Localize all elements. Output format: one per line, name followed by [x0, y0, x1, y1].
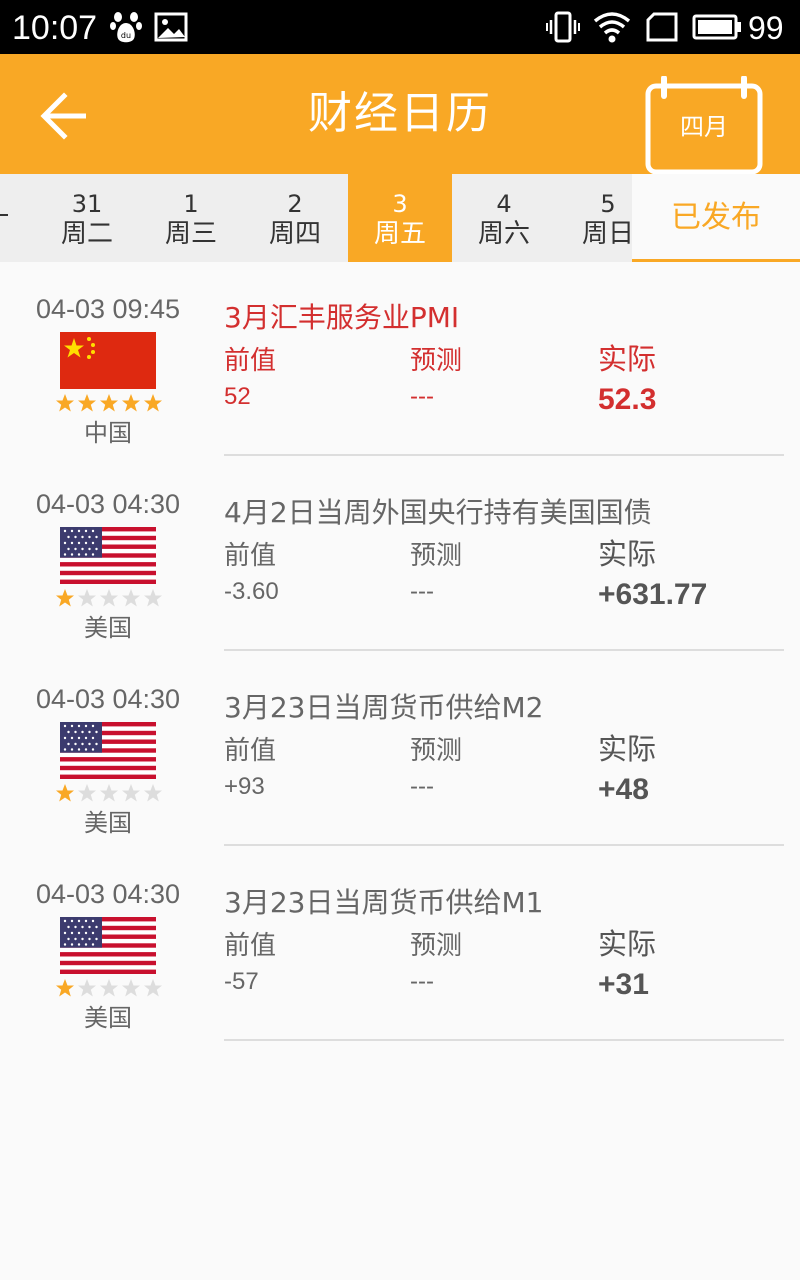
calendar-month-button[interactable]: 四月: [642, 76, 766, 176]
forecast-value: ---: [410, 578, 434, 605]
wifi-icon: [593, 12, 631, 43]
previous-label: 前值: [224, 931, 277, 961]
tab-date: 3: [392, 190, 408, 218]
actual-value: 52.3: [598, 383, 657, 416]
previous-value: -3.60: [224, 578, 279, 605]
actual-value: +48: [598, 773, 649, 806]
tab-date-31[interactable]: 31 周二: [35, 174, 139, 262]
tab-date: 1: [183, 190, 199, 218]
calendar-month-label: 四月: [680, 113, 728, 141]
actual-label: 实际: [598, 342, 657, 376]
row-divider: [224, 844, 784, 846]
importance-stars: [56, 979, 162, 997]
usa-flag-icon: [60, 917, 156, 974]
forecast-label: 预测: [410, 541, 463, 571]
importance-stars: [56, 394, 162, 412]
tab-date: 2: [287, 190, 303, 218]
event-time: 04-03 04:30: [35, 489, 181, 519]
vibrate-icon: [546, 11, 580, 43]
event-title: 4月2日当周外国央行持有美国国债: [224, 496, 652, 529]
actual-value: +631.77: [598, 578, 708, 611]
forecast-label: 预测: [410, 931, 463, 961]
tab-weekday: 周五: [373, 219, 426, 249]
event-time: 04-03 04:30: [35, 879, 181, 909]
row-divider: [224, 454, 784, 456]
event-item[interactable]: 04-03 04:30: [0, 847, 800, 1042]
forecast-label: 预测: [410, 346, 463, 376]
date-tabs: 31 周二 1 周三 2 周四 3 周五 4 周六 5 周日 已发布: [0, 174, 800, 262]
previous-label: 前值: [224, 736, 277, 766]
baidu-paw-icon: du: [110, 12, 142, 43]
published-filter-tab[interactable]: 已发布: [632, 174, 800, 262]
forecast-label: 预测: [410, 736, 463, 766]
event-time: 04-03 09:45: [35, 294, 181, 324]
china-flag-icon: [60, 332, 156, 389]
event-item[interactable]: 04-03 04:30: [0, 457, 800, 652]
tab-date-3[interactable]: 3 周五: [348, 174, 452, 262]
usa-flag-icon: [60, 527, 156, 584]
event-country: 美国: [84, 1004, 132, 1032]
battery-level: 99: [748, 10, 784, 46]
previous-value: -57: [224, 968, 259, 995]
actual-label: 实际: [598, 537, 657, 571]
actual-label: 实际: [598, 732, 657, 766]
tab-date: 4: [496, 190, 512, 218]
row-divider: [224, 1039, 784, 1041]
event-time: 04-03 04:30: [35, 684, 181, 714]
previous-value: +93: [224, 773, 265, 800]
event-item[interactable]: 04-03 04:30: [0, 652, 800, 847]
event-title: 3月23日当周货币供给M2: [224, 691, 544, 724]
battery-icon: [692, 14, 741, 40]
tab-date-4[interactable]: 4 周六: [452, 174, 556, 262]
row-divider: [224, 649, 784, 651]
status-bar: 10:07 du 99: [0, 0, 800, 54]
importance-stars: [56, 589, 162, 607]
tab-weekday: 周三: [164, 219, 217, 249]
importance-stars: [56, 784, 162, 802]
event-title: 3月汇丰服务业PMI: [224, 301, 460, 334]
previous-label: 前值: [224, 541, 277, 571]
status-time: 10:07: [12, 9, 98, 47]
tab-weekday: 周六: [477, 219, 530, 249]
actual-value: +31: [598, 968, 649, 1001]
tab-scroll-indicator: [0, 214, 8, 216]
forecast-value: ---: [410, 968, 434, 995]
image-notification-icon: [154, 12, 188, 42]
previous-value: 52: [224, 383, 251, 410]
tab-weekday: 周二: [60, 219, 113, 249]
sim-card-icon: [646, 12, 678, 42]
event-item[interactable]: 04-03 09:45 中国 3月汇丰服务业PMI 前值 预测 实际 52 --…: [0, 262, 800, 457]
actual-label: 实际: [598, 927, 657, 961]
usa-flag-icon: [60, 722, 156, 779]
tab-date-2[interactable]: 2 周四: [243, 174, 347, 262]
forecast-value: ---: [410, 383, 434, 410]
tab-date-1[interactable]: 1 周三: [139, 174, 243, 262]
previous-label: 前值: [224, 346, 277, 376]
tab-date: 31: [71, 190, 103, 218]
event-title: 3月23日当周货币供给M1: [224, 886, 544, 919]
event-country: 美国: [84, 614, 132, 642]
tab-weekday: 周四: [268, 219, 321, 249]
event-country: 美国: [84, 809, 132, 837]
forecast-value: ---: [410, 773, 434, 800]
svg-text:du: du: [121, 31, 131, 40]
event-country: 中国: [84, 419, 132, 447]
app-header: 财经日历 四月: [0, 54, 800, 176]
